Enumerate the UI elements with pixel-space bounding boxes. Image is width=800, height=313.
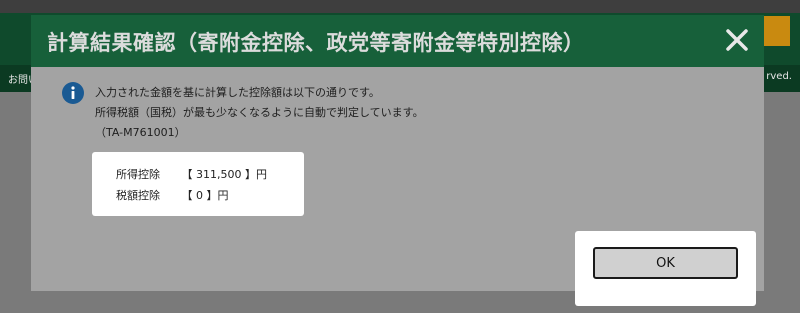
message-line-1: 入力された金額を基に計算した控除額は以下の通りです。 <box>95 86 380 99</box>
ok-button[interactable]: OK <box>593 247 738 279</box>
message-code: （TA-M761001） <box>95 126 186 139</box>
background-right-text: rved. <box>766 71 792 82</box>
background-top-strip <box>0 0 800 13</box>
close-icon[interactable] <box>725 28 749 52</box>
deduction-result-box: 所得控除 【 311,500 】円 税額控除 【 0 】円 <box>92 152 304 216</box>
ok-button-focus-area: OK <box>575 231 756 306</box>
tax-credit-value: 【 0 】円 <box>181 189 229 202</box>
dialog-header: 計算結果確認（寄附金控除、政党等寄附金等特別控除） <box>31 15 764 67</box>
message-line-2: 所得税額（国税）が最も少なくなるように自動で判定しています。 <box>95 106 424 119</box>
tax-credit-row: 税額控除 【 0 】円 <box>116 187 229 203</box>
dialog-title: 計算結果確認（寄附金控除、政党等寄附金等特別控除） <box>47 31 585 55</box>
background-accent-button <box>764 16 790 46</box>
tax-credit-label: 税額控除 <box>116 189 160 202</box>
calculation-result-dialog: 計算結果確認（寄附金控除、政党等寄附金等特別控除） 入力された金額を基に計算した… <box>31 15 764 306</box>
income-deduction-value: 【 311,500 】円 <box>181 168 267 181</box>
info-icon <box>62 82 84 104</box>
income-deduction-label: 所得控除 <box>116 168 160 181</box>
income-deduction-row: 所得控除 【 311,500 】円 <box>116 166 267 182</box>
